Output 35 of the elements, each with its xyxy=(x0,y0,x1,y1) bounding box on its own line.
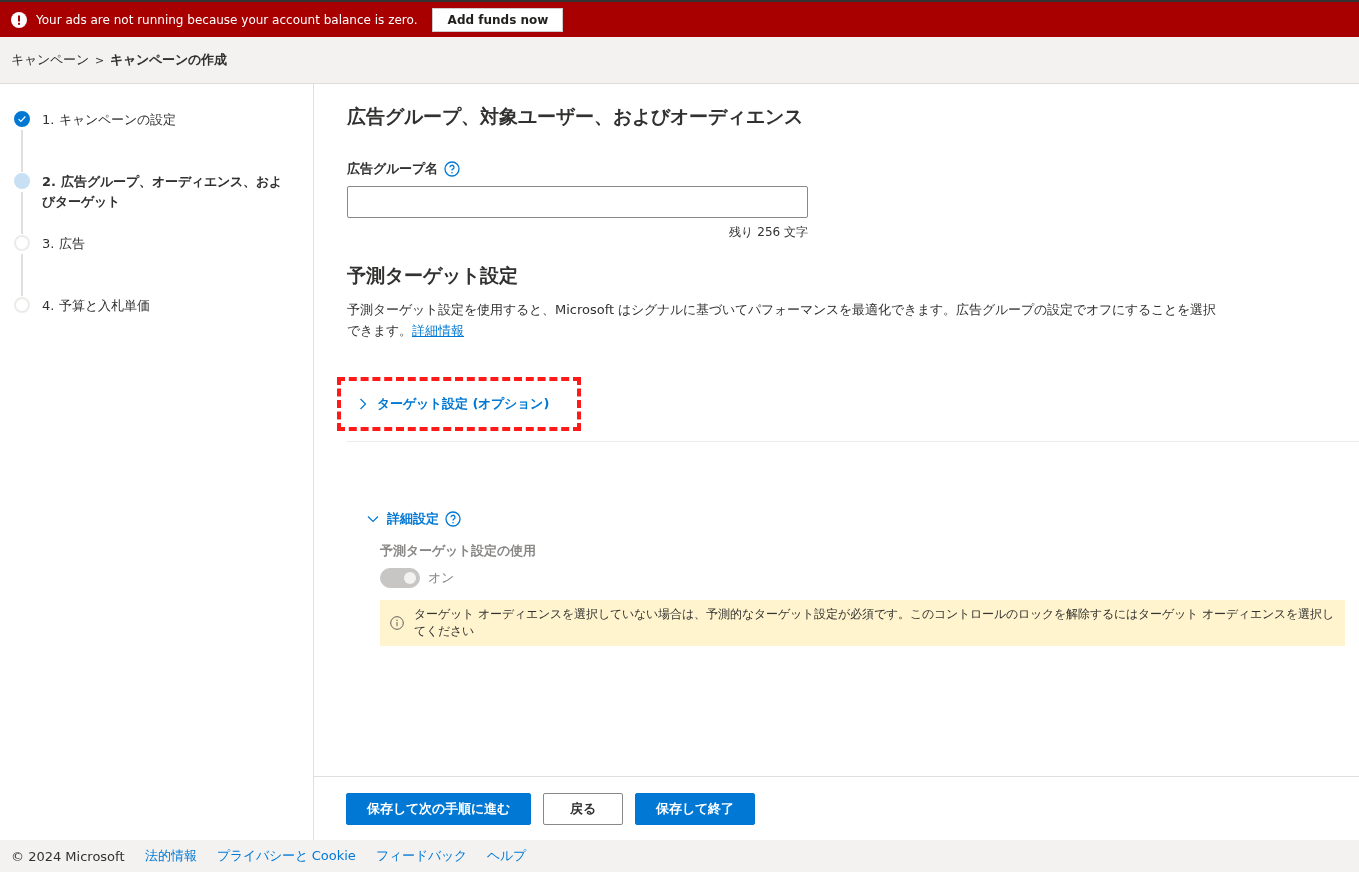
targeting-expander[interactable]: ターゲット設定 (オプション) xyxy=(357,395,550,413)
add-funds-button[interactable]: Add funds now xyxy=(432,7,564,32)
chevron-down-icon xyxy=(367,513,379,525)
info-text: ターゲット オーディエンスを選択していない場合は、予測的なターゲット設定が必須です。このコントロールのロックを解除するにはターゲット オーディエンスを選択してください xyxy=(414,606,1335,640)
alert-icon xyxy=(11,11,27,28)
help-icon[interactable] xyxy=(445,511,461,527)
field-label: 広告グループ名 xyxy=(347,160,438,178)
back-button[interactable]: 戻る xyxy=(543,792,623,825)
ad-group-name-input[interactable] xyxy=(347,186,808,218)
footer-link[interactable]: 法的情報 xyxy=(144,847,197,865)
page-title: 広告グループ、対象ユーザー、およびオーディエンス xyxy=(347,104,804,129)
learn-more-link[interactable]: 詳細情報 xyxy=(412,323,464,338)
breadcrumb-link[interactable]: キャンペーン xyxy=(11,51,89,69)
character-counter: 残り 256 文字 xyxy=(728,224,808,241)
step-label[interactable]: 1. キャンペーンの設定 xyxy=(42,110,294,172)
toggle-state: オン xyxy=(428,569,454,587)
alert-message: Your ads are not running because your account balance is zero. xyxy=(36,12,418,27)
chevron-right-icon xyxy=(357,398,369,410)
step-label[interactable]: 3. 広告 xyxy=(42,234,294,296)
footer-link[interactable]: ヘルプ xyxy=(486,847,526,865)
section-title: 予測ターゲット設定 xyxy=(347,263,519,288)
step-label[interactable]: 2. 広告グループ、オーディエンス、およびターゲット xyxy=(42,172,294,234)
primary-button[interactable]: 保存して終了 xyxy=(635,792,755,825)
info-icon xyxy=(390,616,404,630)
help-icon[interactable] xyxy=(444,161,460,177)
section-description: 予測ターゲット設定を使用すると、Microsoft はシグナルに基づいてパフォーマンスを最適化できます。広告グループの設定でオフにすることを選択できます。詳細情報 xyxy=(347,301,1218,340)
toggle-label: 予測ターゲット設定の使用 xyxy=(380,542,537,560)
advanced-settings-expander[interactable]: 詳細設定 xyxy=(367,510,439,528)
breadcrumb-current: キャンペーンの作成 xyxy=(110,51,228,69)
copyright-text: © 2024 Microsoft xyxy=(11,848,125,864)
footer-link[interactable]: プライバシーと Cookie xyxy=(216,847,356,865)
breadcrumb-separator: > xyxy=(95,53,105,67)
primary-button[interactable]: 保存して次の手順に進む xyxy=(346,792,531,825)
step-label[interactable]: 4. 予算と入札単価 xyxy=(42,296,294,358)
footer-link[interactable]: フィードバック xyxy=(375,847,467,865)
